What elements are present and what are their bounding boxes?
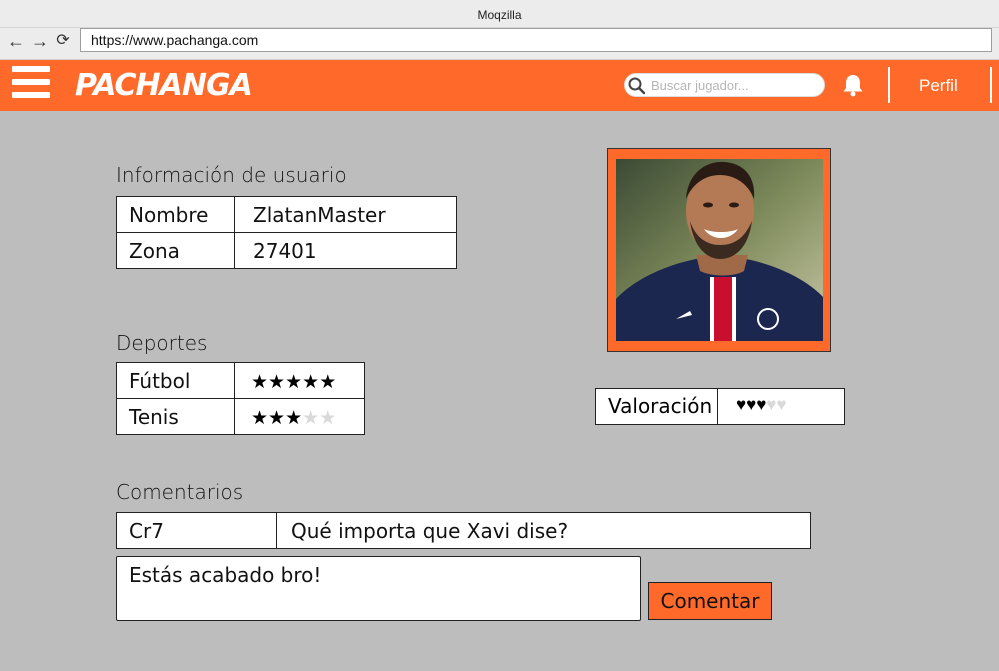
search-input[interactable]	[651, 76, 821, 94]
star-filled-icon: ★	[302, 370, 320, 393]
hamburger-menu-icon[interactable]	[12, 66, 50, 104]
player-search[interactable]	[624, 73, 825, 97]
heart-filled-icon: ♥	[746, 395, 757, 414]
reload-icon[interactable]: ⟳	[53, 31, 73, 51]
comment-text: Qué importa que Xavi dise?	[276, 512, 811, 549]
url-bar[interactable]: https://www.pachanga.com	[80, 28, 992, 52]
user-info-value: 27401	[234, 232, 457, 269]
user-info-key: Zona	[116, 232, 235, 269]
star-empty-icon: ★	[302, 406, 320, 429]
table-row: Nombre ZlatanMaster	[116, 196, 457, 233]
comments-table: Cr7 Qué importa que Xavi dise?	[116, 512, 811, 549]
star-filled-icon: ★	[285, 406, 303, 429]
rating-label: Valoración	[596, 389, 718, 424]
sports-table: Fútbol ★★★★★ Tenis ★★★★★	[116, 362, 365, 435]
star-filled-icon: ★	[285, 370, 303, 393]
notifications-bell-icon[interactable]	[842, 73, 864, 102]
table-row: Zona 27401	[116, 232, 457, 269]
user-info-heading: Información de usuario	[116, 163, 347, 187]
heart-filled-icon: ♥	[736, 395, 747, 414]
browser-navbar: ← → ⟳ https://www.pachanga.com	[0, 28, 999, 60]
rating-box: Valoración ♥♥♥♥♥	[595, 388, 845, 425]
search-icon	[628, 77, 646, 95]
heart-empty-icon: ♥	[766, 395, 777, 414]
user-info-table: Nombre ZlatanMaster Zona 27401	[116, 196, 457, 269]
forward-arrow-icon[interactable]: →	[30, 31, 50, 51]
comment-submit-button[interactable]: Comentar	[648, 582, 772, 620]
window-title: Moqzilla	[477, 8, 522, 22]
user-info-value: ZlatanMaster	[234, 196, 457, 233]
star-filled-icon: ★	[251, 370, 269, 393]
comment-author: Cr7	[116, 512, 277, 549]
sport-name: Tenis	[116, 398, 235, 435]
sports-heading: Deportes	[116, 331, 208, 355]
brand-logo[interactable]: PACHANGA	[75, 68, 253, 103]
heart-filled-icon: ♥	[756, 395, 767, 414]
user-info-key: Nombre	[116, 196, 235, 233]
star-filled-icon: ★	[251, 406, 269, 429]
comments-heading: Comentarios	[116, 480, 244, 504]
star-filled-icon: ★	[268, 370, 286, 393]
browser-titlebar: Moqzilla	[0, 0, 999, 28]
profile-photo-frame	[607, 148, 831, 352]
table-row: Tenis ★★★★★	[116, 398, 365, 435]
table-row: Cr7 Qué importa que Xavi dise?	[116, 512, 811, 549]
sport-name: Fútbol	[116, 362, 235, 399]
star-rating: ★★★★★	[251, 407, 336, 429]
profile-link[interactable]: Perfil	[919, 76, 958, 96]
star-empty-icon: ★	[319, 406, 337, 429]
heart-empty-icon: ♥	[776, 395, 787, 414]
back-arrow-icon[interactable]: ←	[6, 31, 26, 51]
header-divider	[990, 67, 992, 103]
profile-photo	[616, 159, 823, 341]
heart-rating: ♥♥♥♥♥	[736, 395, 786, 415]
star-rating: ★★★★★	[251, 371, 336, 393]
star-filled-icon: ★	[319, 370, 337, 393]
header-divider	[888, 67, 890, 103]
comment-input[interactable]: Estás acabado bro!	[116, 556, 641, 621]
star-filled-icon: ★	[268, 406, 286, 429]
table-row: Fútbol ★★★★★	[116, 362, 365, 399]
app-header: PACHANGA Perfil	[0, 60, 999, 111]
